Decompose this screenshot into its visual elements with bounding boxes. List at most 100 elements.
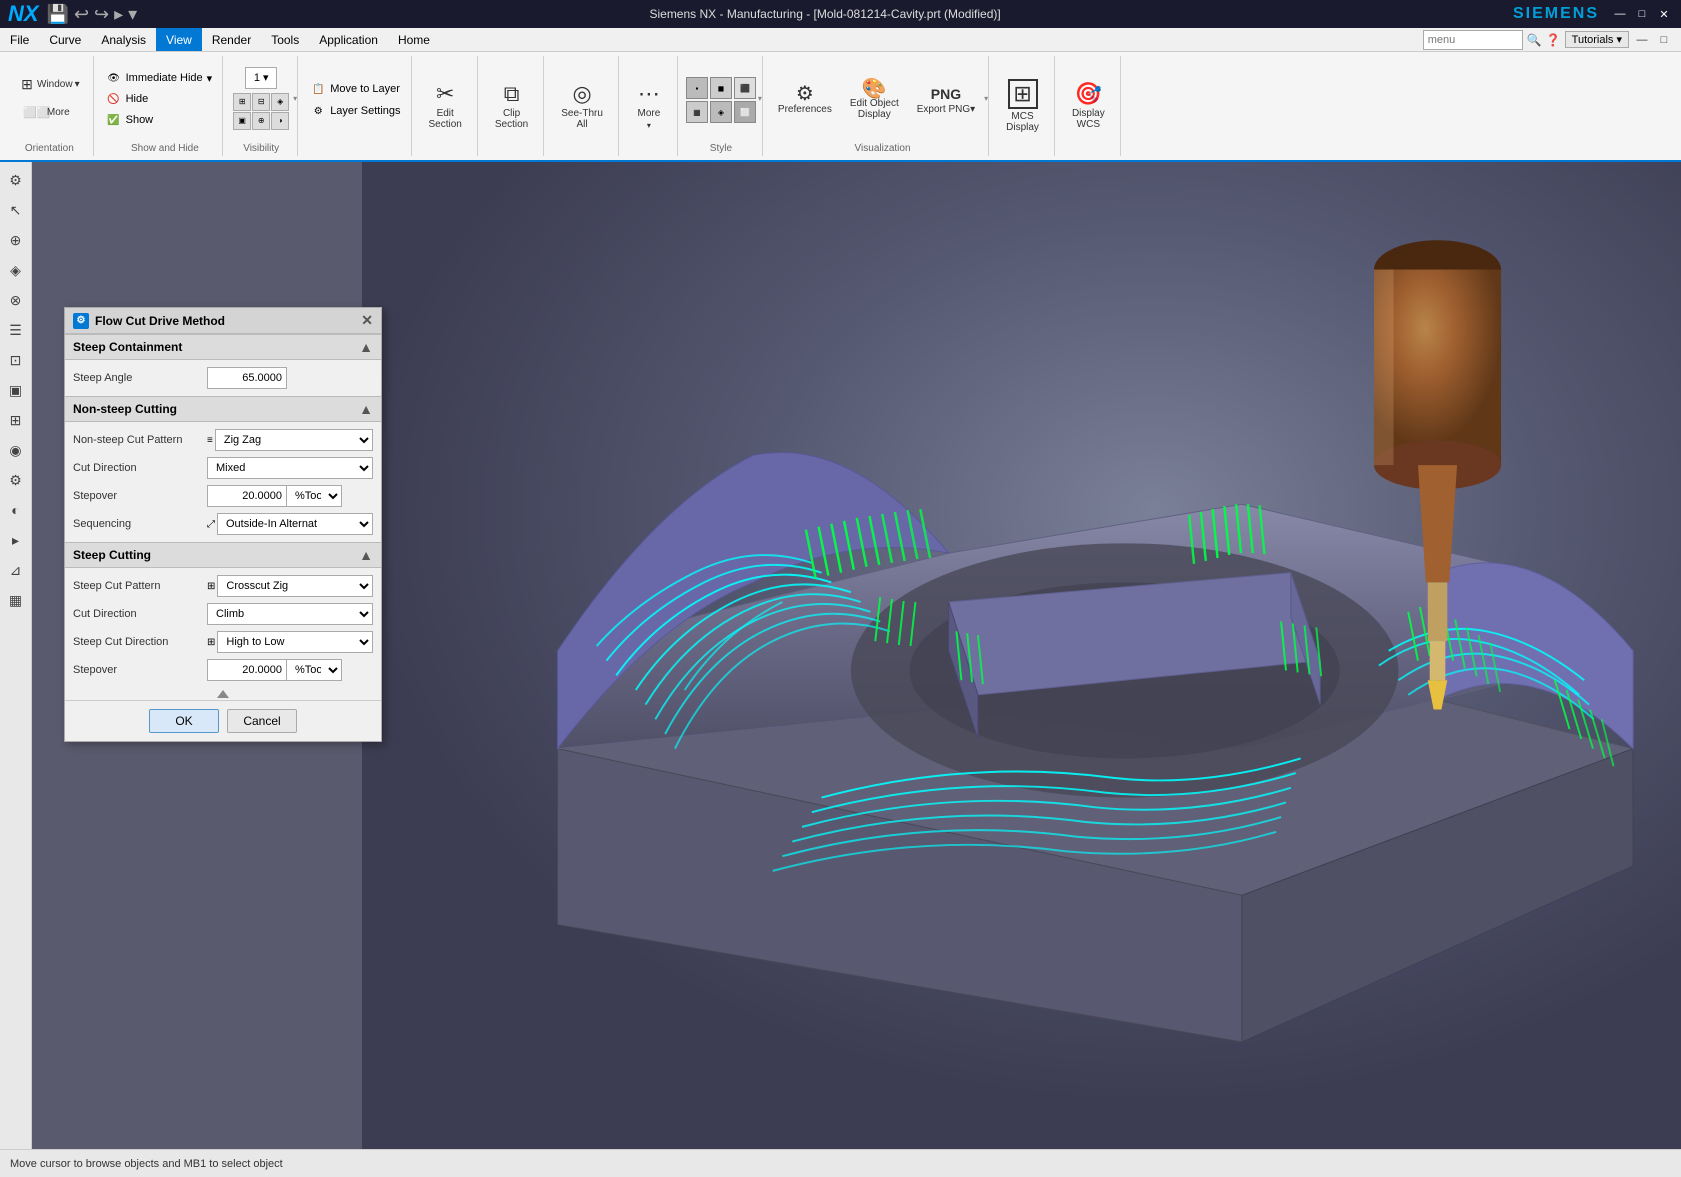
sidebar-view3-icon[interactable]: ▣ xyxy=(2,376,30,404)
style-4[interactable]: ▦ xyxy=(686,101,708,123)
export-png-label: Export PNG▾ xyxy=(917,104,975,115)
visibility-dropdown[interactable]: 1 ▾ xyxy=(245,67,277,89)
tutorials-button[interactable]: Tutorials ▾ xyxy=(1565,31,1629,48)
sidebar-nav-icon[interactable]: ▸ xyxy=(2,526,30,554)
dialog-close-button[interactable]: ✕ xyxy=(361,312,373,329)
steep-cut-pattern-select[interactable]: Crosscut Zig xyxy=(217,575,373,597)
steep-cut-dir-label: Cut Direction xyxy=(73,608,203,620)
hide-button[interactable]: 🚫 Hide xyxy=(102,89,217,109)
clip-section-icon: ⧉ xyxy=(500,82,524,106)
maximize-button[interactable]: □ xyxy=(1633,5,1651,23)
non-steep-cut-dir-label: Cut Direction xyxy=(73,462,203,474)
main-area: ⚙ Flow Cut Drive Method ✕ Steep Containm… xyxy=(32,162,1681,1149)
edit-section-button[interactable]: ✂ Edit Section xyxy=(422,56,469,156)
menu-tools[interactable]: Tools xyxy=(261,28,309,51)
immediate-hide-button[interactable]: 👁 Immediate Hide ▾ xyxy=(102,68,217,88)
vis-icon-1[interactable]: ⊞ xyxy=(233,93,251,111)
edit-object-display-button[interactable]: 🎨 Edit Object Display xyxy=(843,75,906,125)
export-png-button[interactable]: PNG Export PNG▾ xyxy=(910,81,982,120)
display-wcs-button[interactable]: 🎯 Display WCS xyxy=(1065,56,1112,156)
steep-stepover-unit[interactable]: %Tool xyxy=(287,659,342,681)
steep-cut-pattern-label: Steep Cut Pattern xyxy=(73,580,203,592)
preferences-button[interactable]: ⚙ Preferences xyxy=(771,81,839,120)
orientation-buttons: ⊞ Window ▾ ⬜⬜ More xyxy=(12,56,87,156)
window-button[interactable]: ⊞ Window ▾ xyxy=(12,71,87,97)
sidebar-play-icon[interactable]: ◐ xyxy=(2,496,30,524)
sidebar-filter-icon[interactable]: ◈ xyxy=(2,256,30,284)
layer-settings-icon: ⚙ xyxy=(310,103,326,119)
sidebar-cursor-icon[interactable]: ↖ xyxy=(2,196,30,224)
vis-icon-5[interactable]: ⊕ xyxy=(252,112,270,130)
dialog-title-bar[interactable]: ⚙ Flow Cut Drive Method ✕ xyxy=(65,308,381,334)
sidebar-view4-icon[interactable]: ⊞ xyxy=(2,406,30,434)
steep-cut-direction-select[interactable]: High to Low xyxy=(217,631,373,653)
seethru-button[interactable]: ◎ See-Thru All xyxy=(554,56,610,156)
sidebar-settings-icon[interactable]: ⚙ xyxy=(2,166,30,194)
minimize-button[interactable]: — xyxy=(1611,5,1629,23)
dialog-title-text: Flow Cut Drive Method xyxy=(95,314,225,328)
more-button[interactable]: ⋯ More ▾ xyxy=(629,56,669,156)
menu-file[interactable]: File xyxy=(0,28,39,51)
move-to-layer-button[interactable]: 📋 Move to Layer xyxy=(306,79,404,99)
more-orient-button[interactable]: ⬜⬜ More xyxy=(22,99,77,125)
menu-application[interactable]: Application xyxy=(309,28,388,51)
non-steep-stepover-unit[interactable]: %Tool xyxy=(287,485,342,507)
steep-containment-header[interactable]: Steep Containment ▲ xyxy=(65,334,381,360)
non-steep-cut-pattern-select[interactable]: Zig Zag xyxy=(215,429,373,451)
immediate-hide-icon: 👁 xyxy=(106,70,122,86)
style-group-label: Style xyxy=(680,143,762,154)
close-button[interactable]: ✕ xyxy=(1655,5,1673,23)
show-button[interactable]: ✅ Show xyxy=(102,110,217,130)
style-1[interactable]: ▪ xyxy=(686,77,708,99)
steep-angle-input[interactable] xyxy=(207,367,287,389)
style-2[interactable]: ◼ xyxy=(710,77,732,99)
vis-icon-3[interactable]: ◈ xyxy=(271,93,289,111)
non-steep-cutting-label: Non-steep Cutting xyxy=(73,402,177,416)
steep-cutting-header[interactable]: Steep Cutting ▲ xyxy=(65,542,381,568)
sidebar-snap-icon[interactable]: ⊗ xyxy=(2,286,30,314)
sidebar-cut-icon[interactable]: ⊿ xyxy=(2,556,30,584)
visibility-group-label: Visibility xyxy=(225,143,297,154)
viewport[interactable] xyxy=(362,162,1681,1149)
vis-icon-4[interactable]: ▣ xyxy=(233,112,251,130)
sidebar-view1-icon[interactable]: ☰ xyxy=(2,316,30,344)
more-orient-icon: ⬜⬜ xyxy=(29,104,45,120)
cancel-button[interactable]: Cancel xyxy=(227,709,297,733)
sequencing-row: Sequencing ⤢ Outside-In Alternat xyxy=(65,510,381,538)
mcs-button[interactable]: ⊞ MCS Display xyxy=(999,56,1046,156)
steep-cut-direction-label: Steep Cut Direction xyxy=(73,636,203,648)
non-steep-stepover-input[interactable] xyxy=(207,485,287,507)
search-input[interactable] xyxy=(1423,30,1523,50)
style-5[interactable]: ◈ xyxy=(710,101,732,123)
menu-analysis[interactable]: Analysis xyxy=(91,28,156,51)
scroll-up-arrow[interactable] xyxy=(217,690,229,698)
vis-icon-2[interactable]: ⊟ xyxy=(252,93,270,111)
menu-home[interactable]: Home xyxy=(388,28,440,51)
menu-render[interactable]: Render xyxy=(202,28,261,51)
steep-cut-dir-select[interactable]: Climb xyxy=(207,603,373,625)
sidebar-settings2-icon[interactable]: ⚙ xyxy=(2,466,30,494)
ribbon-expand[interactable]: □ xyxy=(1655,31,1673,49)
non-steep-cut-dir-select[interactable]: Mixed xyxy=(207,457,373,479)
non-steep-cutting-header[interactable]: Non-steep Cutting ▲ xyxy=(65,396,381,422)
sidebar-grid-icon[interactable]: ▦ xyxy=(2,586,30,614)
menu-view[interactable]: View xyxy=(156,28,202,51)
layer-settings-button[interactable]: ⚙ Layer Settings xyxy=(306,101,404,121)
sidebar-select-icon[interactable]: ⊕ xyxy=(2,226,30,254)
edit-section-icon: ✂ xyxy=(433,82,457,106)
vis-icon-6[interactable]: ◑ xyxy=(271,112,289,130)
ribbon-minimize[interactable]: — xyxy=(1633,31,1651,49)
nx-logo: NX xyxy=(8,1,39,27)
sidebar-view2-icon[interactable]: ⊡ xyxy=(2,346,30,374)
style-6[interactable]: ⬜ xyxy=(734,101,756,123)
sequencing-select[interactable]: Outside-In Alternat xyxy=(217,513,373,535)
immediate-hide-arrow: ▾ xyxy=(207,72,213,85)
sidebar-ops-icon[interactable]: ◉ xyxy=(2,436,30,464)
clip-section-button[interactable]: ⧉ Clip Section xyxy=(488,56,535,156)
menu-curve[interactable]: Curve xyxy=(39,28,91,51)
style-3[interactable]: ⬛ xyxy=(734,77,756,99)
steep-stepover-input[interactable] xyxy=(207,659,287,681)
search-icon: 🔍 xyxy=(1527,33,1542,47)
move-to-layer-label: Move to Layer xyxy=(330,83,400,95)
ok-button[interactable]: OK xyxy=(149,709,219,733)
